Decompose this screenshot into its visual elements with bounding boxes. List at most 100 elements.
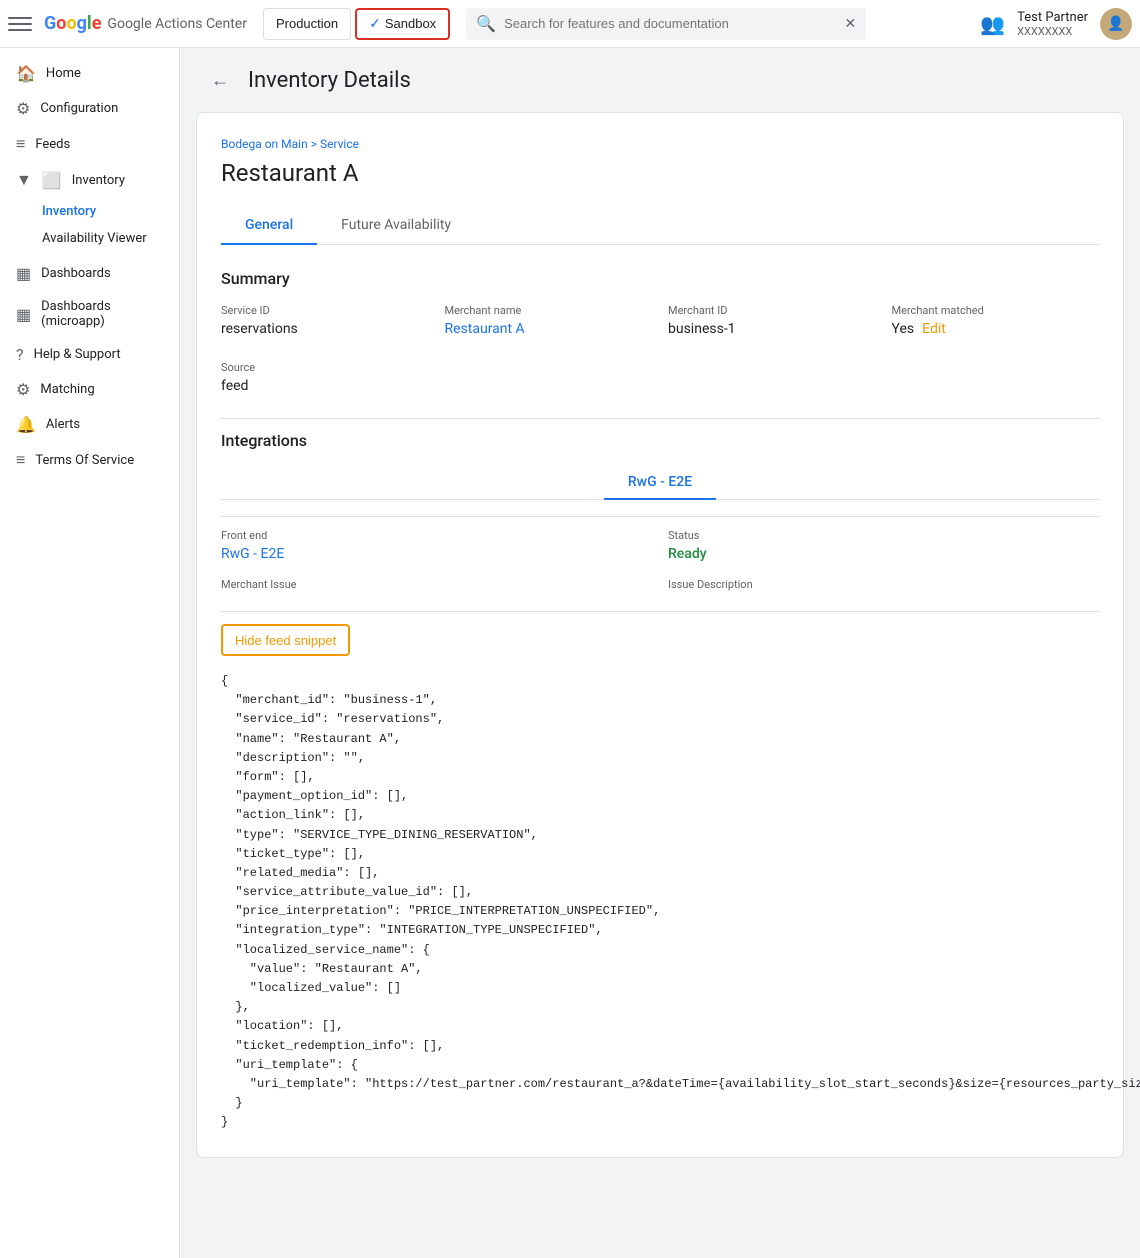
service-id-label: Service ID [221,304,429,317]
service-id-value: reservations [221,321,429,337]
sidebar-item-configuration[interactable]: ⚙ Configuration [0,91,171,126]
integration-tab: RwG - E2E [221,466,1099,500]
summary-grid: Service ID reservations Merchant name Re… [221,304,1099,337]
layout: 🏠 Home ⚙ Configuration ≡ Feeds ▼ ⬜ Inven… [0,48,1140,1258]
sidebar-item-inventory-parent[interactable]: ▼ ⬜ Inventory [0,162,171,198]
issue-desc-label: Issue Description [668,578,1099,591]
sidebar-label-dashboards-microapp: Dashboards (microapp) [41,299,155,329]
sidebar-item-availability-viewer[interactable]: Availability Viewer [0,225,171,252]
edit-link[interactable]: Edit [922,321,946,337]
sidebar-label-dashboards: Dashboards [41,266,111,281]
divider-1 [221,418,1099,419]
env-selector: Production ✓ Sandbox [263,8,450,40]
feeds-icon: ≡ [16,134,25,154]
user-sub: XXXXXXXX [1017,25,1088,38]
status-value: Ready [668,546,1099,562]
sidebar-item-dashboards-microapp[interactable]: ▦ Dashboards (microapp) [0,291,171,337]
json-code-block: { "merchant_id": "business-1", "service_… [221,672,1099,1133]
sidebar-label-availability-viewer: Availability Viewer [42,231,147,246]
clear-icon[interactable]: ✕ [844,16,856,32]
merchant-name-value[interactable]: Restaurant A [445,321,653,337]
expand-icon: ▼ [16,170,32,190]
breadcrumb-link[interactable]: Bodega on Main [221,137,308,151]
topbar: Google Google Actions Center Production … [0,0,1140,48]
sidebar-label-inventory: Inventory [72,173,125,188]
page-title: Inventory Details [248,68,411,93]
merchant-matched-label: Merchant matched [892,304,1100,317]
source-value: feed [221,378,1099,394]
sidebar-group-inventory: ▼ ⬜ Inventory Inventory Availability Vie… [0,162,179,252]
sidebar-label-terms: Terms Of Service [35,453,134,468]
sidebar-label-matching: Matching [40,382,94,397]
home-icon: 🏠 [16,64,36,83]
tab-future-availability[interactable]: Future Availability [317,207,475,245]
back-button[interactable]: ← [204,64,236,96]
front-end-value[interactable]: RwG - E2E [221,546,652,562]
config-icon: ⚙ [16,99,30,118]
sidebar-item-dashboards[interactable]: ▦ Dashboards [0,256,171,291]
app-logo: Google Google Actions Center [44,13,247,34]
status-item: Status Ready [668,529,1099,562]
restaurant-name: Restaurant A [221,159,1099,187]
help-icon: ? [16,345,24,364]
merchant-issue-label: Merchant Issue [221,578,652,591]
inventory-icon: ⬜ [42,171,62,190]
sidebar-item-inventory[interactable]: Inventory [0,198,171,225]
merchant-matched-row: Yes Edit [892,321,1100,337]
sidebar-label-alerts: Alerts [46,417,80,432]
hide-feed-snippet-button[interactable]: Hide feed snippet [221,624,350,656]
breadcrumb-sep: > [311,137,320,151]
merchant-name-item: Merchant name Restaurant A [445,304,653,337]
sidebar-item-matching[interactable]: ⚙ Matching [0,372,171,407]
sidebar-label-help-support: Help & Support [34,347,121,362]
merchant-id-value: business-1 [668,321,876,337]
sidebar-label-configuration: Configuration [40,101,118,116]
front-end-label: Front end [221,529,652,542]
issue-desc-item: Issue Description [668,578,1099,595]
tab-general[interactable]: General [221,207,317,245]
tabs: General Future Availability [221,207,1099,245]
merchant-id-item: Merchant ID business-1 [668,304,876,337]
source-label: Source [221,361,1099,374]
integration-detail-grid: Front end RwG - E2E Status Ready [221,529,1099,562]
avatar[interactable]: 👤 [1100,8,1132,40]
sidebar-item-help-support[interactable]: ? Help & Support [0,337,171,372]
terms-icon: ≡ [16,450,25,470]
people-icon[interactable]: 👥 [980,12,1005,36]
merchant-name-label: Merchant name [445,304,653,317]
source-row: Source feed [221,361,1099,394]
sidebar-label-home: Home [46,66,81,81]
search-bar: 🔍 ✕ [466,8,866,40]
sandbox-btn[interactable]: ✓ Sandbox [355,8,450,40]
sidebar: 🏠 Home ⚙ Configuration ≡ Feeds ▼ ⬜ Inven… [0,48,180,1258]
divider-2 [221,516,1099,517]
merchant-id-label: Merchant ID [668,304,876,317]
hamburger-menu[interactable] [8,12,32,36]
sidebar-item-home[interactable]: 🏠 Home [0,56,171,91]
search-icon: 🔍 [476,14,496,33]
topbar-right: 👥 Test Partner XXXXXXXX 👤 [980,8,1132,40]
breadcrumb-page: Service [320,137,359,151]
sidebar-label-feeds: Feeds [35,137,70,152]
main-content: ← Inventory Details Bodega on Main > Ser… [180,48,1140,1258]
breadcrumb: Bodega on Main > Service [221,137,1099,151]
merchant-matched-yes: Yes [892,321,915,337]
dashboards-icon: ▦ [16,264,31,283]
divider-3 [221,611,1099,612]
search-input[interactable] [504,16,836,31]
production-btn[interactable]: Production [263,8,351,40]
page-header: ← Inventory Details [180,48,1140,112]
front-end-item: Front end RwG - E2E [221,529,652,562]
checkmark-icon: ✓ [369,15,381,32]
merchant-issue-row: Merchant Issue Issue Description [221,578,1099,595]
matching-icon: ⚙ [16,380,30,399]
sidebar-item-alerts[interactable]: 🔔 Alerts [0,407,171,442]
sidebar-item-feeds[interactable]: ≡ Feeds [0,126,171,162]
merchant-issue-item: Merchant Issue [221,578,652,595]
integration-tab-rwg[interactable]: RwG - E2E [604,466,716,500]
alerts-icon: 🔔 [16,415,36,434]
summary-title: Summary [221,269,1099,288]
sidebar-item-terms[interactable]: ≡ Terms Of Service [0,442,171,478]
service-id-item: Service ID reservations [221,304,429,337]
user-info: Test Partner XXXXXXXX [1017,10,1088,38]
